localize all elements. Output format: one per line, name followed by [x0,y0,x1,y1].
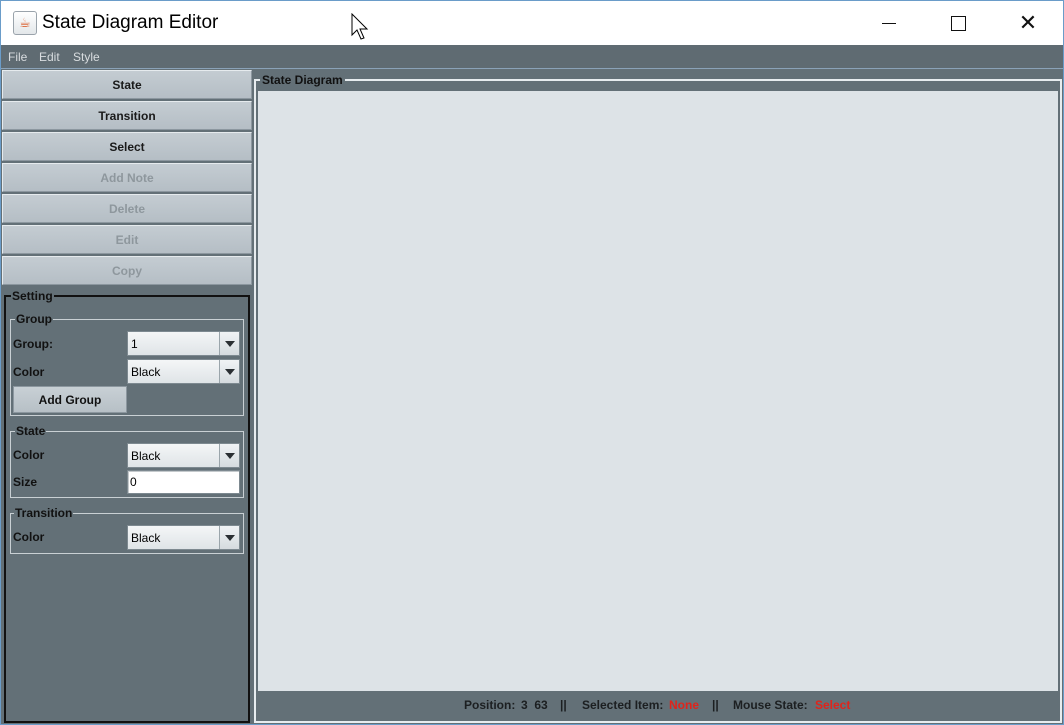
group-color-label: Color [13,365,45,379]
group-select-value: 1 [131,337,138,351]
transition-color-label: Color [13,530,45,544]
menu-style[interactable]: Style [73,50,100,64]
minimize-button[interactable] [854,1,924,45]
maximize-button[interactable] [923,1,993,45]
menu-bar: File Edit Style [1,45,1063,69]
state-size-input[interactable] [127,470,240,494]
transition-color-value: Black [131,531,161,545]
settings-title: Setting [11,289,54,303]
select-button[interactable]: Select [2,132,252,161]
mouse-state-label: Mouse State: [733,698,808,712]
close-icon: ✕ [1018,10,1038,35]
app-window: ☕ State Diagram Editor ✕ File Edit Style… [0,0,1064,725]
menu-file[interactable]: File [8,50,27,64]
maximize-icon [950,15,966,31]
delete-button[interactable]: Delete [2,194,252,223]
transition-section-title: Transition [14,506,74,520]
java-cup-icon: ☕ [13,11,37,35]
group-select[interactable]: 1 [127,331,240,356]
group-label: Group: [13,337,53,351]
state-size-label: Size [13,475,38,489]
close-button[interactable]: ✕ [993,1,1063,45]
add-note-button[interactable]: Add Note [2,163,252,192]
add-group-button[interactable]: Add Group [13,386,127,413]
chevron-down-icon[interactable] [219,360,239,383]
selected-item-value: None [669,698,699,712]
state-color-label: Color [13,448,45,462]
diagram-canvas[interactable] [258,91,1058,691]
title-bar[interactable]: ☕ State Diagram Editor ✕ [1,1,1063,45]
group-section-title: Group [15,312,53,326]
minimize-icon [882,22,896,24]
copy-button[interactable]: Copy [2,256,252,285]
window-title: State Diagram Editor [42,12,219,33]
state-section-title: State [15,424,47,438]
chevron-down-icon[interactable] [219,332,239,355]
position-label: Position: [464,698,516,712]
menu-edit[interactable]: Edit [39,50,60,64]
state-button[interactable]: State [2,70,252,99]
group-color-select[interactable]: Black [127,359,240,384]
status-separator: || [712,698,719,712]
mouse-state-value: Select [815,698,851,712]
position-value: 3 63 [521,698,548,712]
state-color-value: Black [131,449,161,463]
status-bar: Position: 3 63 || Selected Item: None ||… [258,691,1058,719]
diagram-title: State Diagram [260,73,345,87]
chevron-down-icon[interactable] [219,526,239,549]
status-separator: || [560,698,567,712]
state-color-select[interactable]: Black [127,443,240,468]
chevron-down-icon[interactable] [219,444,239,467]
selected-item-label: Selected Item: [582,698,664,712]
transition-button[interactable]: Transition [2,101,252,130]
group-color-value: Black [131,365,161,379]
mouse-cursor-icon [351,13,369,40]
transition-color-select[interactable]: Black [127,525,240,550]
edit-button[interactable]: Edit [2,225,252,254]
